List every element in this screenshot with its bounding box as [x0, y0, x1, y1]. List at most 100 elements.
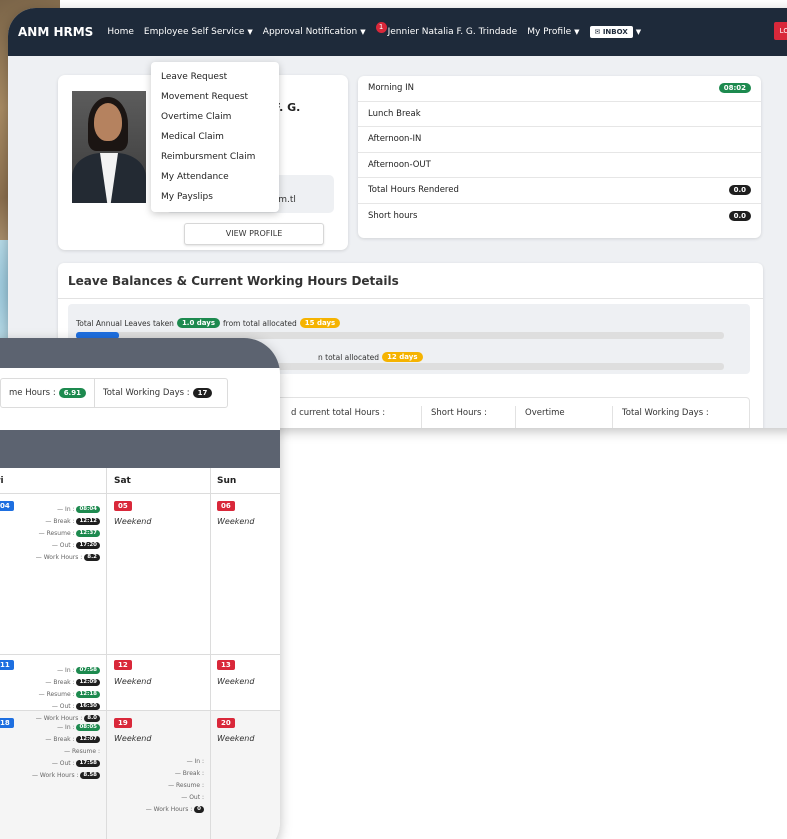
- attendance-label: Morning IN: [368, 83, 414, 94]
- stat-hours: me Hours :6.91: [1, 388, 94, 398]
- attendance-card: Morning IN 08:02 Lunch Break Afternoon-IN…: [358, 76, 761, 238]
- logout-button[interactable]: LOG O: [773, 22, 787, 40]
- log-out: — Out : 16:30: [10, 703, 100, 710]
- annual-leave-text: Total Annual Leaves taken 1.0 days from …: [76, 318, 341, 328]
- attendance-row: Short hours 0.0: [358, 204, 761, 230]
- screenshot-collage: ANM HRMS Home Employee Self Service ▼ App…: [0, 0, 787, 839]
- log-break: — Break : 12:09: [10, 679, 100, 686]
- stat-days-badge: 17: [192, 388, 213, 398]
- view-profile-button[interactable]: VIEW PROFILE: [184, 223, 324, 245]
- menu-item-medical-claim[interactable]: Medical Claim: [151, 127, 279, 147]
- day-header-sun: Sun: [217, 476, 237, 486]
- leave-allocated-badge: 15 days: [299, 318, 341, 328]
- chevron-down-icon: ▼: [247, 28, 253, 36]
- log-work-hours: — Work Hours : 8.58: [10, 772, 100, 779]
- attendance-label: Afternoon-IN: [368, 134, 422, 145]
- menu-item-overtime-claim[interactable]: Overtime Claim: [151, 107, 279, 127]
- calendar-header: [0, 430, 280, 468]
- total-hours-label: d current total Hours :: [291, 408, 386, 418]
- log-out: — Out : 17:20: [10, 542, 100, 549]
- log-in: — In : 08:04: [10, 506, 100, 513]
- attendance-row: Afternoon-OUT: [358, 153, 761, 178]
- log-resume: — Resume :: [64, 748, 100, 755]
- log-in: — In : 08:05: [10, 724, 100, 731]
- hours-badge: 0.0: [728, 211, 751, 222]
- date-badge[interactable]: 19: [114, 718, 132, 728]
- total-working-days-label: Total Working Days :: [622, 408, 709, 418]
- menu-item-movement-request[interactable]: Movement Request: [151, 87, 279, 107]
- nav-home[interactable]: Home: [107, 27, 134, 37]
- date-badge[interactable]: 20: [217, 718, 235, 728]
- weekend-label: Weekend: [217, 734, 255, 743]
- nav-profile-label: My Profile: [527, 27, 572, 37]
- inbox-label: INBOX: [602, 28, 628, 36]
- attendance-label: Total Hours Rendered: [368, 185, 459, 196]
- log-work-hours: — Work Hours : 0: [110, 806, 204, 813]
- overtime-label: Overtime: [525, 408, 565, 418]
- nav-inbox[interactable]: ✉ INBOX ▼: [589, 26, 642, 38]
- log-in: — In :: [186, 758, 204, 765]
- menu-item-my-attendance[interactable]: My Attendance: [151, 167, 279, 187]
- weekend-label: Weekend: [114, 677, 152, 686]
- date-badge[interactable]: 06: [217, 501, 235, 511]
- log-break: — Break : 12:12: [10, 518, 100, 525]
- sick-leave-mid: n total allocated: [318, 352, 380, 362]
- attendance-row: Afternoon-IN: [358, 127, 761, 153]
- day-header-fri: ri: [0, 476, 4, 486]
- attendance-row: Morning IN 08:02: [358, 76, 761, 102]
- date-badge[interactable]: 12: [114, 660, 132, 670]
- log-work-hours: — Work Hours : 8.0: [10, 715, 100, 722]
- weekend-label: Weekend: [114, 734, 152, 743]
- chevron-down-icon: ▼: [360, 28, 366, 36]
- calendar-day-headers: ri Sat Sun: [0, 468, 280, 494]
- profile-photo: [72, 91, 146, 203]
- time-badge: 08:02: [718, 83, 751, 94]
- stat-hours-badge: 6.91: [58, 388, 86, 398]
- log-in: — In : 07:58: [10, 667, 100, 674]
- attendance-row: Total Hours Rendered 0.0: [358, 178, 761, 204]
- stat-hours-label: me Hours :: [9, 388, 56, 398]
- hours-badge: 0.0: [728, 185, 751, 196]
- log-work-hours: — Work Hours : 8.2: [10, 554, 100, 561]
- menu-item-reimbursment-claim[interactable]: Reimbursment Claim: [151, 147, 279, 167]
- log-resume: — Resume : 12:18: [10, 691, 100, 698]
- nav-home-label: Home: [107, 27, 134, 37]
- attendance-calendar-screenshot: me Hours :6.91 Total Working Days :17 ri…: [0, 338, 280, 839]
- annual-leave-prefix: Total Annual Leaves taken: [76, 318, 174, 328]
- inbox-button[interactable]: ✉ INBOX: [589, 26, 633, 38]
- stats-box: me Hours :6.91 Total Working Days :17: [0, 378, 228, 408]
- annual-leave-mid: from total allocated: [223, 318, 297, 328]
- nav-employee-self-service[interactable]: Employee Self Service ▼: [144, 27, 253, 37]
- top-navbar: ANM HRMS Home Employee Self Service ▼ App…: [8, 8, 787, 56]
- stat-days-label: Total Working Days :: [102, 388, 190, 398]
- notification-badge: 1: [375, 21, 387, 33]
- sick-allocated-badge: 12 days: [382, 352, 423, 362]
- attendance-label: Lunch Break: [368, 108, 421, 119]
- date-badge[interactable]: 13: [217, 660, 235, 670]
- weekend-label: Weekend: [217, 517, 255, 526]
- stat-days: Total Working Days :17: [95, 388, 220, 398]
- attendance-label: Short hours: [368, 211, 418, 222]
- chevron-down-icon: ▼: [635, 28, 642, 36]
- nav-approval-notification[interactable]: Approval Notification ▼: [263, 27, 366, 37]
- date-badge[interactable]: 05: [114, 501, 132, 511]
- short-hours-label: Short Hours :: [431, 408, 487, 418]
- log-resume: — Resume :: [168, 782, 204, 789]
- chevron-down-icon: ▼: [574, 28, 580, 36]
- weekend-label: Weekend: [217, 677, 255, 686]
- nav-user[interactable]: 1 Jennier Natalia F. G. Trindade: [375, 21, 517, 38]
- nav-my-profile[interactable]: My Profile ▼: [527, 27, 579, 37]
- panel-header: [0, 338, 280, 368]
- leave-taken-badge: 1.0 days: [176, 318, 221, 328]
- log-break: — Break :: [174, 770, 204, 777]
- attendance-row: Lunch Break: [358, 102, 761, 127]
- log-out: — Out : 17:58: [10, 760, 100, 767]
- attendance-label: Afternoon-OUT: [368, 159, 431, 170]
- brand-logo[interactable]: ANM HRMS: [18, 25, 93, 39]
- log-break: — Break : 12:07: [10, 736, 100, 743]
- log-resume: — Resume : 12:37: [10, 530, 100, 537]
- log-out: — Out :: [181, 794, 204, 801]
- menu-item-leave-request[interactable]: Leave Request: [151, 67, 279, 87]
- menu-item-my-payslips[interactable]: My Payslips: [151, 187, 279, 207]
- ess-dropdown-menu: Leave Request Movement Request Overtime …: [151, 62, 279, 212]
